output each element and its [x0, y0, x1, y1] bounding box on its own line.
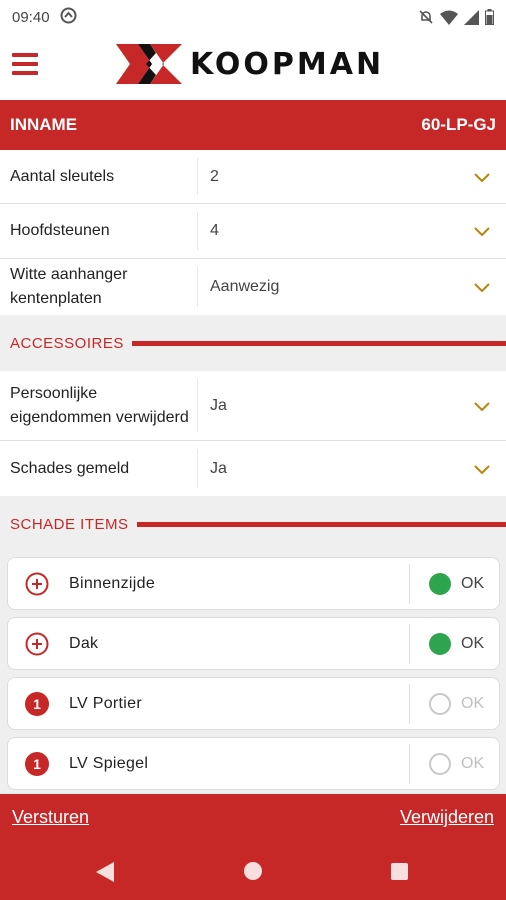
- chevron-down-icon: [474, 401, 490, 411]
- field-label: Schades gemeld: [10, 459, 130, 477]
- brand-name: KOOPMAN: [190, 46, 385, 82]
- count-badge-icon[interactable]: 1: [25, 691, 49, 716]
- section-divider-line: [136, 521, 506, 527]
- damage-item-name: LV Portier: [69, 694, 142, 712]
- ok-status-dot: [429, 572, 451, 595]
- damage-item-name: Dak: [69, 634, 99, 652]
- field-value: Aanwezig: [210, 278, 280, 295]
- accessoires-fields: Persoonlijke eigendommen verwijderd Ja S…: [0, 371, 506, 496]
- section-header-accessoires: ACCESSOIRES: [0, 315, 506, 371]
- damage-items-list: Binnenzijde OK Dak OK 1 LV Portier OK 1 …: [0, 552, 506, 794]
- count-badge-value: 1: [33, 696, 41, 712]
- field-row-kentenplaten[interactable]: Witte aanhanger kentenplaten Aanwezig: [0, 259, 506, 315]
- section-title: ACCESSOIRES: [10, 334, 124, 352]
- title-bar: INNAME 60-LP-GJ: [0, 100, 506, 150]
- chevron-down-icon: [474, 283, 490, 293]
- ok-toggle[interactable]: OK: [410, 632, 499, 655]
- battery-icon: [485, 9, 494, 25]
- field-row-schades-gemeld[interactable]: Schades gemeld Ja: [0, 441, 506, 496]
- damage-item-binnenzijde[interactable]: Binnenzijde OK: [7, 557, 500, 610]
- plus-circle-icon[interactable]: [25, 632, 49, 656]
- menu-icon-bar: [12, 71, 38, 75]
- app-header: KOOPMAN: [0, 34, 506, 100]
- status-bar: 09:40: [0, 0, 506, 34]
- damage-item-name: Binnenzijde: [69, 574, 156, 592]
- ok-toggle[interactable]: OK: [410, 752, 499, 775]
- field-row-hoofdsteunen[interactable]: Hoofdsteunen 4: [0, 204, 506, 259]
- section-header-schade-items: SCHADE ITEMS: [0, 496, 506, 552]
- count-badge-icon[interactable]: 1: [25, 751, 49, 776]
- ok-toggle[interactable]: OK: [410, 572, 499, 595]
- ok-label: OK: [461, 694, 485, 712]
- menu-button[interactable]: [12, 53, 38, 75]
- field-value: 2: [210, 167, 219, 185]
- signal-icon: [464, 9, 479, 25]
- ok-status-dot: [429, 752, 451, 775]
- chevron-down-icon: [474, 227, 490, 237]
- notifications-off-icon: [418, 9, 434, 25]
- delete-button[interactable]: Verwijderen: [400, 807, 494, 828]
- wifi-icon: [440, 10, 458, 25]
- ok-label: OK: [461, 574, 485, 592]
- nav-home-icon[interactable]: [244, 862, 262, 880]
- send-button[interactable]: Versturen: [12, 807, 89, 828]
- count-badge-value: 1: [33, 756, 41, 772]
- bottom-action-bar: Versturen Verwijderen: [0, 794, 506, 900]
- ok-label: OK: [461, 754, 485, 772]
- koopman-logo-icon: [116, 44, 182, 84]
- damage-item-lv-spiegel[interactable]: 1 LV Spiegel OK: [7, 737, 500, 790]
- chevron-down-icon: [474, 464, 490, 474]
- field-value: 4: [210, 222, 219, 239]
- plus-circle-icon[interactable]: [25, 572, 49, 596]
- chevron-down-icon: [474, 172, 490, 182]
- nav-recent-apps-icon[interactable]: [391, 863, 408, 880]
- field-row-persoonlijke-eigendommen[interactable]: Persoonlijke eigendommen verwijderd Ja: [0, 371, 506, 441]
- page-title: INNAME: [10, 115, 78, 134]
- damage-item-lv-portier[interactable]: 1 LV Portier OK: [7, 677, 500, 730]
- damage-item-dak[interactable]: Dak OK: [7, 617, 500, 670]
- inname-fields: Aantal sleutels 2 Hoofdsteunen 4 Witte a…: [0, 150, 506, 315]
- field-label: Hoofdsteunen: [10, 222, 110, 239]
- ok-toggle[interactable]: OK: [410, 692, 499, 715]
- damage-item-name: LV Spiegel: [69, 754, 149, 772]
- section-title: SCHADE ITEMS: [10, 515, 129, 533]
- menu-icon-bar: [12, 62, 38, 66]
- field-value: Ja: [210, 396, 227, 414]
- nav-back-icon[interactable]: [96, 862, 114, 882]
- field-label: Witte aanhanger kentenplaten: [10, 266, 128, 307]
- section-divider-line: [131, 340, 506, 346]
- field-label: Persoonlijke eigendommen verwijderd: [10, 384, 189, 426]
- field-row-aantal-sleutels[interactable]: Aantal sleutels 2: [0, 150, 506, 204]
- ok-status-dot: [429, 632, 451, 655]
- menu-icon-bar: [12, 53, 38, 57]
- sync-icon: [60, 7, 77, 28]
- license-plate: 60-LP-GJ: [421, 115, 496, 134]
- ok-status-dot: [429, 692, 451, 715]
- brand-logo: KOOPMAN: [116, 44, 384, 84]
- ok-label: OK: [461, 634, 485, 652]
- field-label: Aantal sleutels: [10, 167, 115, 185]
- status-time: 09:40: [12, 8, 50, 26]
- field-value: Ja: [210, 459, 227, 477]
